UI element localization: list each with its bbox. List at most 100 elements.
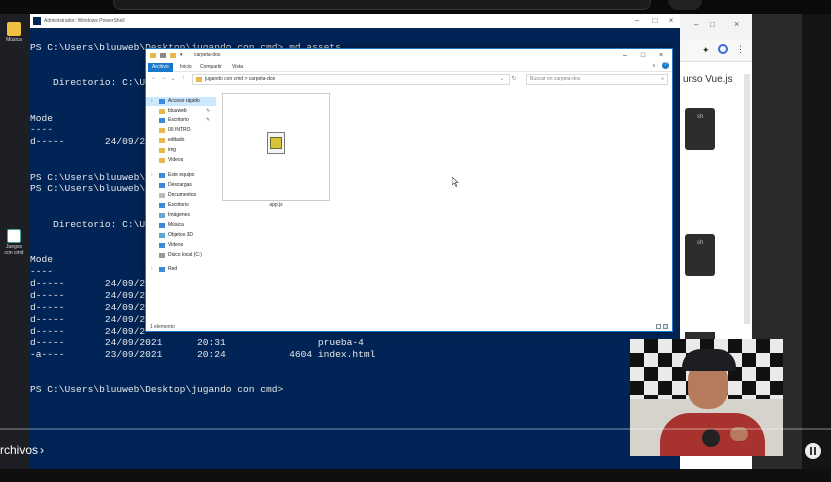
file-explorer-window[interactable]: ▾ carpeta-dos – □ × Archivo Inicio Compa… xyxy=(145,48,673,332)
nav-item[interactable]: Objetos 3D xyxy=(146,231,216,240)
ps-line: d----- 24/09/2 xyxy=(30,290,146,301)
menu-icon[interactable]: ⋮ xyxy=(736,44,745,55)
search-input[interactable]: Buscar en carpeta-dos ⌕ xyxy=(526,74,668,85)
nav-label: Imágenes xyxy=(168,212,190,218)
nav-item[interactable]: editado xyxy=(146,136,216,145)
powershell-icon xyxy=(33,17,41,25)
close-icon[interactable]: × xyxy=(664,14,678,28)
bottom-strip xyxy=(0,469,831,482)
nav-item[interactable]: Videos xyxy=(146,156,216,165)
chapter-chevron-icon[interactable]: › xyxy=(40,443,44,457)
tab-file[interactable]: Archivo xyxy=(148,63,173,72)
presenter-cap xyxy=(682,349,736,371)
drive-icon xyxy=(159,253,165,258)
recent-dropdown-icon[interactable]: ⌄ xyxy=(169,75,177,82)
forward-icon[interactable]: → xyxy=(160,75,168,81)
nav-item[interactable]: bluuweb ✎ xyxy=(146,107,216,116)
youtube-top-bar xyxy=(0,0,831,14)
minimize-icon[interactable]: – xyxy=(694,20,698,29)
item-count: 1 elemento xyxy=(150,324,175,330)
maximize-icon[interactable]: □ xyxy=(634,49,652,62)
properties-icon[interactable] xyxy=(160,53,166,58)
view-buttons xyxy=(654,324,668,332)
desktop-icon-label: Juegos con cmd xyxy=(4,244,24,256)
expand-ribbon-icon[interactable]: ∨ xyxy=(652,63,656,69)
nav-item[interactable]: img xyxy=(146,146,216,155)
pause-button[interactable] xyxy=(805,443,821,459)
nav-item[interactable]: Escritorio xyxy=(146,201,216,210)
chrome-icon xyxy=(7,229,21,243)
desktop-icon-music[interactable]: Música xyxy=(3,22,25,43)
progress-bar[interactable] xyxy=(0,428,831,430)
help-icon[interactable]: ? xyxy=(662,62,669,69)
expand-icon[interactable]: › xyxy=(151,97,153,106)
search-pill[interactable] xyxy=(113,0,651,10)
top-circle-button[interactable] xyxy=(668,0,702,10)
computer-icon xyxy=(159,173,165,178)
back-icon[interactable]: ← xyxy=(150,75,158,81)
nav-label: img xyxy=(168,147,177,153)
code-block: sh xyxy=(685,234,715,276)
profile-icon[interactable] xyxy=(718,44,728,54)
search-icon: ⌕ xyxy=(661,76,664,82)
javascript-file-icon xyxy=(267,132,285,154)
address-box[interactable]: jugando con cmd > carpeta-dos xyxy=(192,74,510,85)
powershell-title-bar: Administrador: Windows PowerShell – □ × xyxy=(30,14,680,28)
close-icon[interactable]: × xyxy=(734,19,739,29)
objects-3d-icon xyxy=(159,233,165,238)
scrollbar[interactable] xyxy=(744,74,750,324)
desktop-icon xyxy=(159,203,165,208)
maximize-icon[interactable]: □ xyxy=(710,20,715,29)
desktop-icon-label: Música xyxy=(6,37,22,43)
desktop-icon xyxy=(159,118,165,123)
close-icon[interactable]: × xyxy=(652,49,670,62)
nav-label: Este equipo xyxy=(168,172,195,178)
video-frame: Música Juegos con cmd Administrador: Win… xyxy=(0,0,831,482)
video-icon xyxy=(159,243,165,248)
expand-icon[interactable]: › xyxy=(151,265,153,274)
address-bar-row: ← → ⌄ ↑ jugando con cmd > carpeta-dos ⌄ … xyxy=(146,72,672,87)
tab-share[interactable]: Compartir xyxy=(196,63,226,72)
nav-label: Música xyxy=(168,222,184,228)
ps-line: Directorio: C:\Us xyxy=(30,77,151,88)
file-item[interactable] xyxy=(222,93,330,201)
address-dropdown-icon[interactable]: ⌄ xyxy=(498,75,506,82)
network-icon xyxy=(159,267,165,272)
nav-network[interactable]: › Red xyxy=(146,265,216,274)
nav-quick-access[interactable]: › Acceso rápido xyxy=(146,97,216,106)
nav-item[interactable]: 00 INTRO xyxy=(146,126,216,135)
minimize-icon[interactable]: – xyxy=(630,14,644,28)
up-icon[interactable]: ↑ xyxy=(179,75,187,81)
nav-item[interactable]: Escritorio ✎ xyxy=(146,116,216,125)
nav-item[interactable]: Videos xyxy=(146,241,216,250)
tab-home[interactable]: Inicio xyxy=(176,63,196,72)
nav-label: Escritorio xyxy=(168,117,189,123)
explorer-title: carpeta-dos xyxy=(194,52,221,58)
powershell-title: Administrador: Windows PowerShell xyxy=(44,18,125,24)
file-name: app.js xyxy=(269,202,283,208)
extensions-icon[interactable]: ✦ xyxy=(702,45,710,56)
nav-this-pc[interactable]: › Este equipo xyxy=(146,171,216,180)
expand-icon[interactable]: › xyxy=(151,171,153,180)
details-view-icon[interactable] xyxy=(656,324,661,329)
nav-item[interactable]: Documentos xyxy=(146,191,216,200)
new-folder-icon[interactable] xyxy=(170,53,176,58)
desktop-icon-shortcut[interactable]: Juegos con cmd xyxy=(3,229,25,256)
ps-prompt[interactable]: PS C:\Users\bluuweb\Desktop\jugando con … xyxy=(30,384,283,396)
chapter-title[interactable]: rchivos xyxy=(0,443,38,457)
nav-item[interactable]: Descargas xyxy=(146,181,216,190)
folder-icon xyxy=(159,138,165,143)
nav-item[interactable]: Imágenes xyxy=(146,211,216,220)
quick-access-dropdown-icon[interactable]: ▾ xyxy=(180,49,183,62)
tab-view[interactable]: Vista xyxy=(228,63,247,72)
nav-item[interactable]: Disco local (C:) xyxy=(146,251,216,260)
file-list[interactable]: app.js xyxy=(216,87,672,323)
large-icons-view-icon[interactable] xyxy=(663,324,668,329)
folder-icon xyxy=(159,148,165,153)
folder-icon xyxy=(159,128,165,133)
minimize-icon[interactable]: – xyxy=(616,49,634,62)
maximize-icon[interactable]: □ xyxy=(648,14,662,28)
nav-item[interactable]: Música xyxy=(146,221,216,230)
folder-icon xyxy=(159,109,165,114)
refresh-icon[interactable]: ↻ xyxy=(510,75,518,82)
